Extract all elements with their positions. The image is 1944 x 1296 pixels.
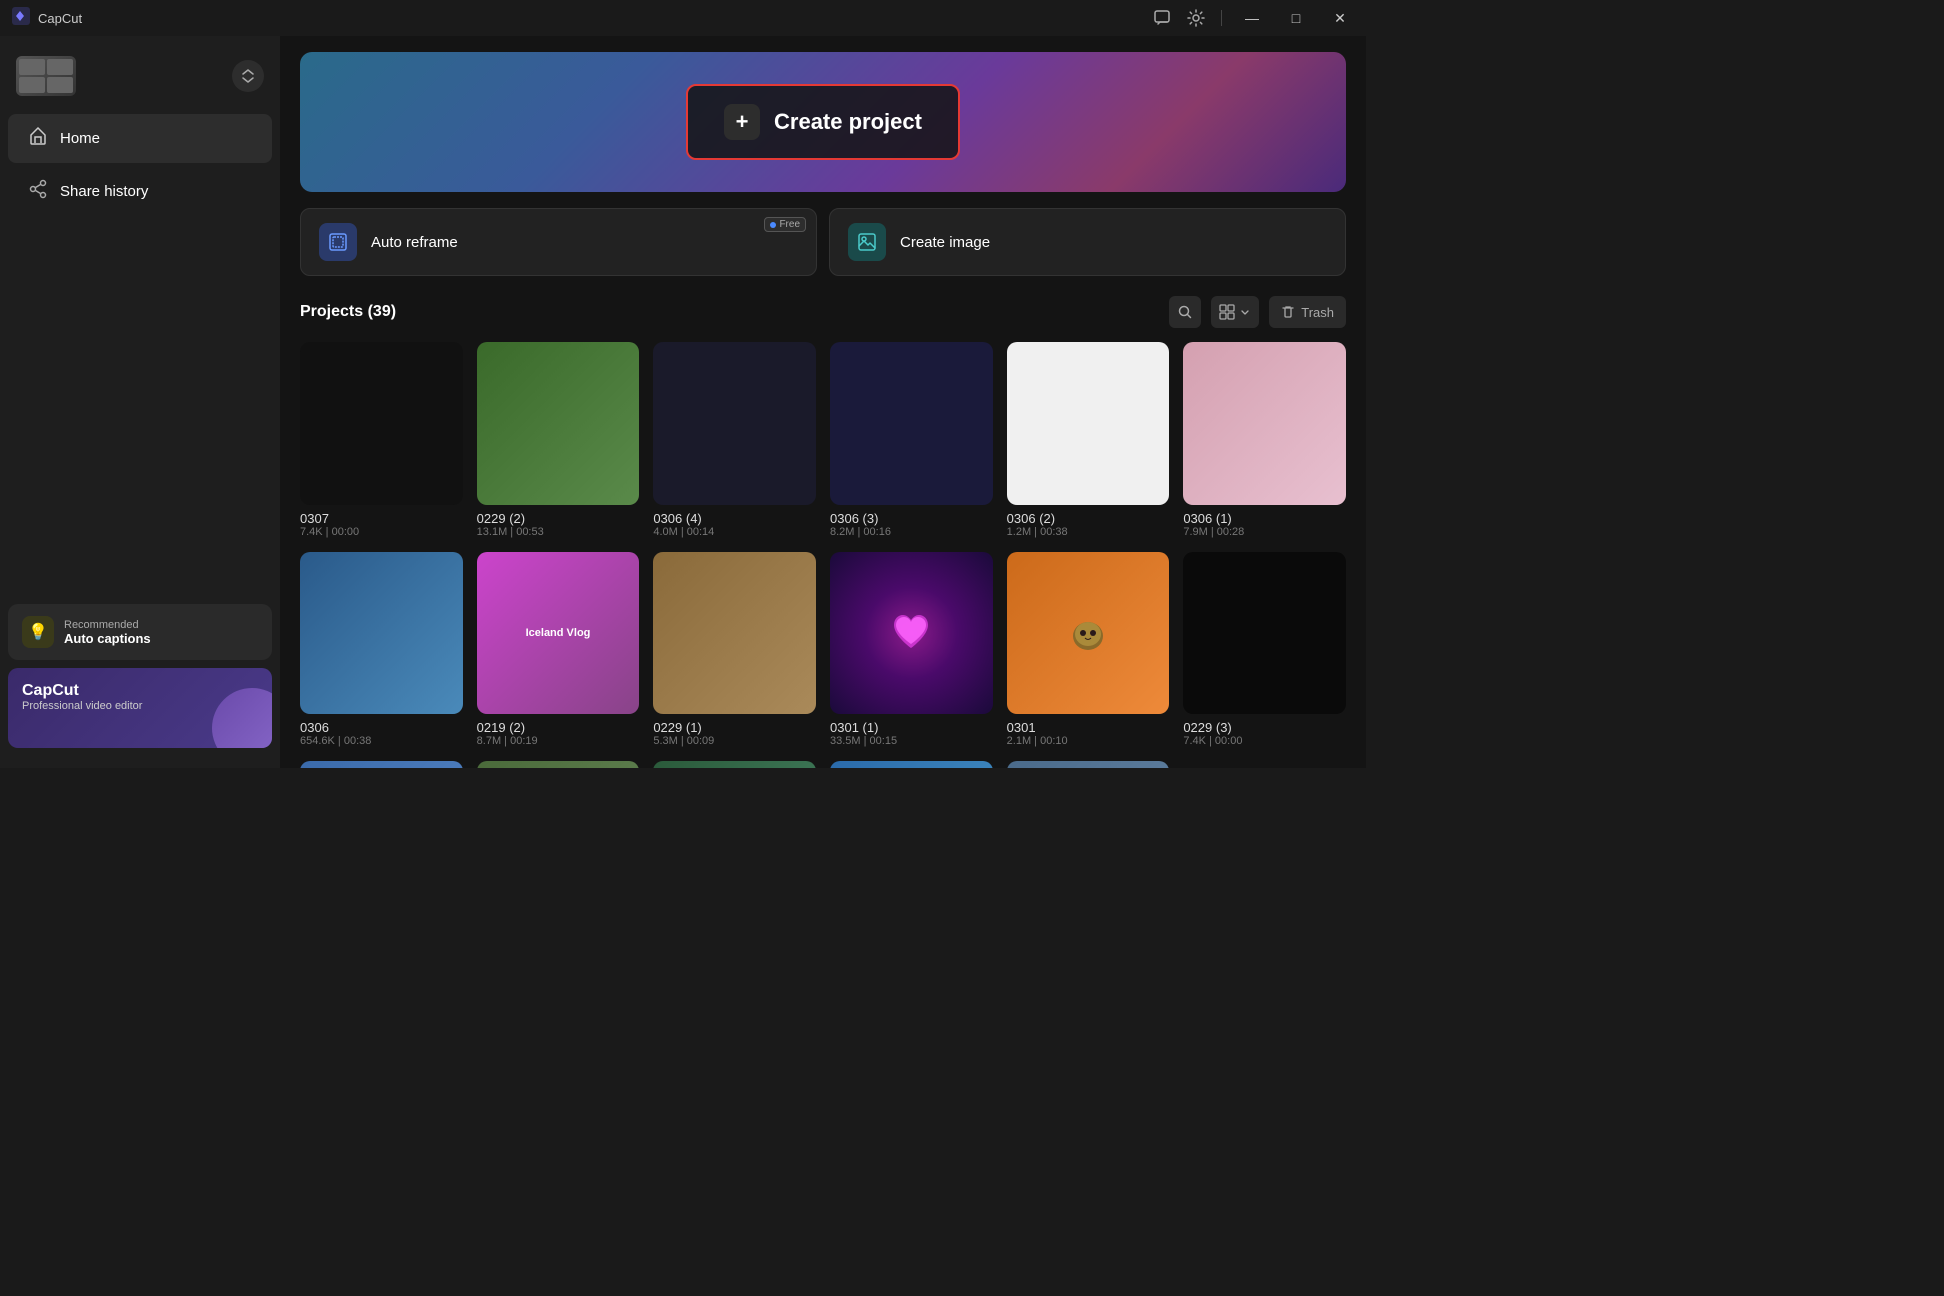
create-project-label: Create project [774,109,922,135]
sidebar: Home Share history 💡 Recommended Auto ca… [0,36,280,768]
project-meta: 2.1M | 00:10 [1007,735,1170,747]
project-meta: 7.4K | 00:00 [1183,735,1346,747]
projects-header: Projects (39) [300,296,1346,328]
project-item[interactable]: 0306 (2)1.2M | 00:38 [1007,342,1170,538]
create-image-icon [848,223,886,261]
app-logo-icon [12,7,30,30]
project-name: 0306 [300,720,463,735]
sidebar-item-share-label: Share history [60,183,148,200]
project-meta: 7.9M | 00:28 [1183,526,1346,538]
project-item[interactable]: 0226 (1)11.3M | 00:25 [1007,761,1170,768]
recommended-label: Recommended [64,619,151,631]
create-project-button[interactable]: + Create project [686,84,960,160]
main-layout: Home Share history 💡 Recommended Auto ca… [0,36,1366,768]
project-meta: 5.3M | 00:09 [653,735,816,747]
sidebar-item-home-label: Home [60,130,100,147]
tool-card-auto-reframe[interactable]: Auto reframe Free [300,208,817,276]
project-name: 0229 (1) [653,720,816,735]
project-item[interactable]: Iceland Vlog0219 (2)8.7M | 00:19 [477,552,640,748]
project-name: 0306 (4) [653,511,816,526]
avatar [16,56,76,96]
capcut-promo[interactable]: CapCut Professional video editor [8,668,272,748]
project-name: 0301 [1007,720,1170,735]
project-name: 0219 (2) [477,720,640,735]
project-item[interactable]: 0306 (4)4.0M | 00:14 [653,342,816,538]
tool-cards: Auto reframe Free Create image [300,208,1346,276]
project-item[interactable]: 0229 (3)7.4K | 00:00 [1183,552,1346,748]
trash-label: Trash [1301,305,1334,320]
projects-title: Projects (39) [300,303,396,321]
view-toggle-button[interactable] [1211,296,1259,328]
project-item[interactable]: 0229 (1)5.3M | 00:09 [653,552,816,748]
close-button[interactable]: ✕ [1326,4,1354,32]
plus-icon: + [724,104,760,140]
hero-banner: + Create project [300,52,1346,192]
sidebar-item-home[interactable]: Home [8,114,272,163]
project-meta: 7.4K | 00:00 [300,526,463,538]
project-name: 0229 (3) [1183,720,1346,735]
minimize-button[interactable]: — [1238,4,1266,32]
project-item[interactable]: 0227 (1)15.6M | 00:22 [477,761,640,768]
project-item[interactable]: 03077.4K | 00:00 [300,342,463,538]
app-title: CapCut [38,11,82,26]
titlebar-left: CapCut [12,7,82,30]
main-content: + Create project Auto reframe Free [280,36,1366,768]
project-item[interactable]: 02282.4M | 00:12 [300,761,463,768]
promo-title: CapCut [22,682,258,700]
project-meta: 13.1M | 00:53 [477,526,640,538]
recommended-card[interactable]: 💡 Recommended Auto captions [8,604,272,660]
project-item[interactable]: 0306654.6K | 00:38 [300,552,463,748]
titlebar-divider [1221,10,1222,26]
titlebar-right: — □ ✕ [1153,4,1354,32]
project-meta: 33.5M | 00:15 [830,735,993,747]
projects-grid: 03077.4K | 00:000229 (2)13.1M | 00:53030… [300,342,1346,768]
project-name: 0306 (2) [1007,511,1170,526]
maximize-button[interactable]: □ [1282,4,1310,32]
projects-actions: Trash [1169,296,1346,328]
project-meta: 1.2M | 00:38 [1007,526,1170,538]
project-meta: 4.0M | 00:14 [653,526,816,538]
auto-reframe-label: Auto reframe [371,234,458,251]
titlebar: CapCut — □ ✕ [0,0,1366,36]
project-meta: 8.7M | 00:19 [477,735,640,747]
sidebar-user [0,48,280,104]
recommended-title: Auto captions [64,631,151,646]
recommended-icon: 💡 [22,616,54,648]
project-item[interactable]: 03012.1M | 00:10 [1007,552,1170,748]
project-item[interactable]: 0306 (1)7.9M | 00:28 [1183,342,1346,538]
project-name: 0307 [300,511,463,526]
share-icon [28,179,48,204]
project-meta: 8.2M | 00:16 [830,526,993,538]
promo-subtitle: Professional video editor [22,700,258,712]
settings-icon[interactable] [1187,9,1205,27]
home-icon [28,126,48,151]
user-switch-button[interactable] [232,60,264,92]
recommended-text-block: Recommended Auto captions [64,619,151,646]
sidebar-bottom: 💡 Recommended Auto captions CapCut Profe… [0,596,280,756]
project-name: 0229 (2) [477,511,640,526]
tool-card-create-image[interactable]: Create image [829,208,1346,276]
project-name: 0301 (1) [830,720,993,735]
project-item[interactable]: 0301 (1)33.5M | 00:15 [830,552,993,748]
project-name: 0306 (3) [830,511,993,526]
project-meta: 654.6K | 00:38 [300,735,463,747]
project-item[interactable]: 0229 (2)13.1M | 00:53 [477,342,640,538]
create-image-label: Create image [900,234,990,251]
project-item[interactable]: 02279.1M | 00:18 [653,761,816,768]
chat-icon[interactable] [1153,9,1171,27]
project-item[interactable]: 0306 (3)8.2M | 00:16 [830,342,993,538]
search-button[interactable] [1169,296,1201,328]
project-item[interactable]: 0226 (2)6.2M | 00:11 [830,761,993,768]
sidebar-item-share-history[interactable]: Share history [8,167,272,216]
auto-reframe-icon [319,223,357,261]
project-name: 0306 (1) [1183,511,1346,526]
free-badge: Free [764,217,806,232]
trash-button[interactable]: Trash [1269,296,1346,328]
